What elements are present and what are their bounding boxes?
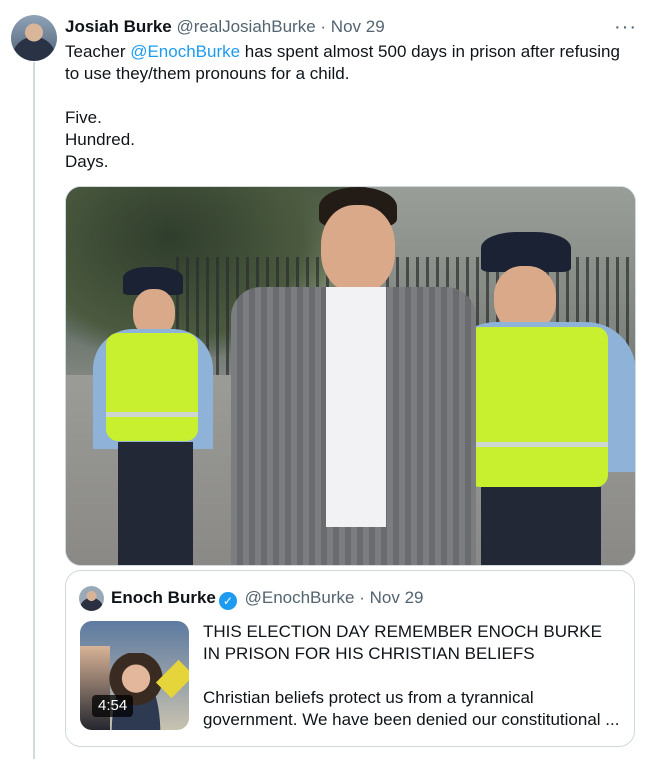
separator: · [359, 588, 365, 607]
tweet-header: Josiah Burke @realJosiahBurke · Nov 29 [65, 17, 635, 39]
quoted-text: THIS ELECTION DAY REMEMBER ENOCH BURKE I… [203, 621, 623, 731]
video-duration: 4:54 [92, 695, 134, 717]
separator: · [320, 17, 327, 36]
photo-man-center [231, 187, 476, 565]
thumb-woman [105, 653, 167, 730]
quoted-author-handle[interactable]: @EnochBurke [245, 588, 355, 607]
verified-badge-icon: ✓ [218, 592, 237, 610]
quoted-avatar[interactable] [79, 586, 104, 611]
quoted-text-line2: Christian beliefs protect us from a tyra… [203, 688, 620, 729]
thread-line [33, 62, 35, 759]
author-handle[interactable]: @realJosiahBurke [177, 17, 316, 36]
author-name[interactable]: Josiah Burke [65, 17, 172, 36]
quoted-date[interactable]: Nov 29 [370, 588, 424, 607]
text-line-days: Days. [65, 152, 109, 171]
text-prefix: Teacher [65, 42, 131, 61]
tweet-text: Teacher @EnochBurke has spent almost 500… [65, 41, 630, 173]
quoted-header: Enoch Burke ✓ @EnochBurke · Nov 29 [111, 588, 423, 610]
text-line-five: Five. [65, 108, 102, 127]
tweet-photo[interactable] [65, 186, 636, 566]
quoted-tweet[interactable]: Enoch Burke ✓ @EnochBurke · Nov 29 4:54 T… [65, 570, 635, 747]
avatar[interactable] [11, 15, 57, 61]
video-thumbnail[interactable]: 4:54 [80, 621, 189, 730]
quoted-text-line1: THIS ELECTION DAY REMEMBER ENOCH BURKE I… [203, 622, 602, 663]
quoted-author-name[interactable]: Enoch Burke [111, 588, 216, 607]
mention-link[interactable]: @EnochBurke [130, 42, 240, 61]
tweet-text-paragraph: Teacher @EnochBurke has spent almost 500… [65, 41, 630, 85]
text-line-hundred: Hundred. [65, 130, 135, 149]
tweet-date[interactable]: Nov 29 [331, 17, 385, 36]
more-horizontal-icon[interactable]: ··· [614, 16, 637, 39]
photo-garda-left [78, 267, 228, 565]
